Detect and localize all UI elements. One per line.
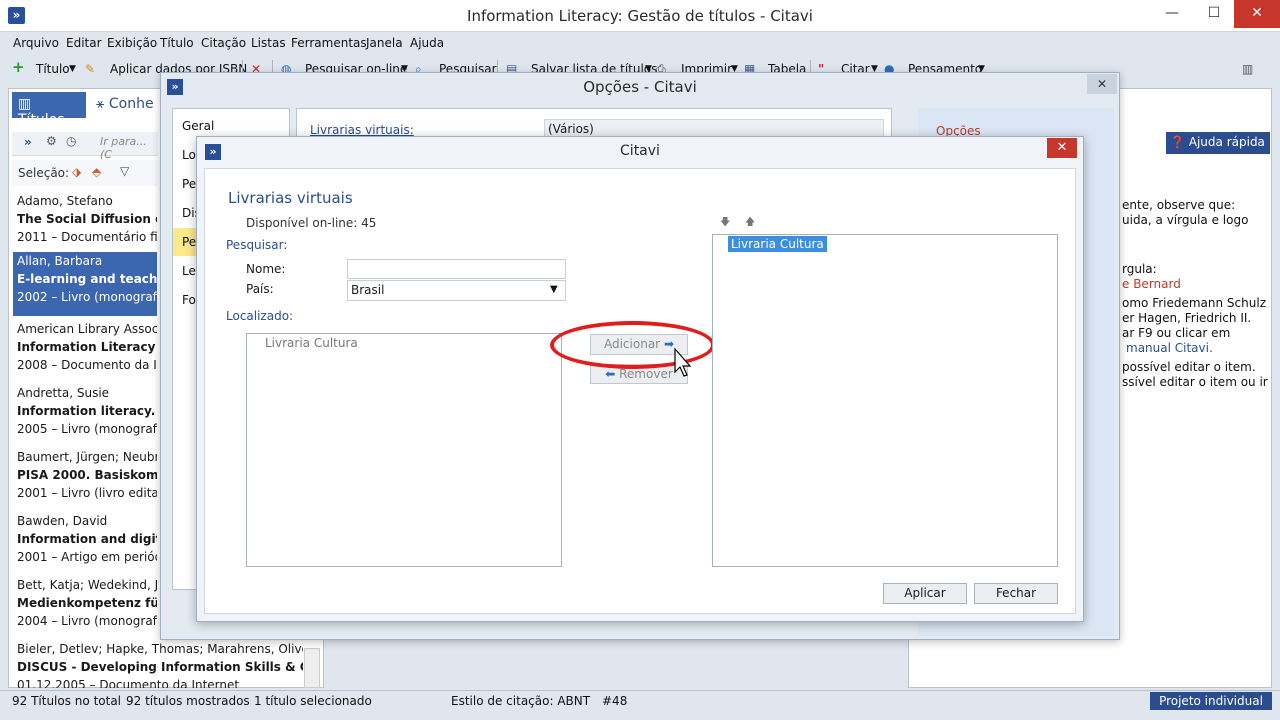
remover-label: Remover [619,367,673,381]
nav-item[interactable]: Lo [182,148,196,162]
list-item[interactable]: Livraria Cultura [265,336,358,350]
nav-item-selected[interactable]: Pe [182,235,196,249]
status-total: 92 Títulos no total [12,694,122,708]
pais-select[interactable]: Brasil [347,280,566,301]
list-item[interactable]: American Library AssociatiInformation Li… [13,320,157,384]
dialog-heading: Livrarias virtuais [228,189,353,207]
move-up-icon[interactable]: 🡅 [745,215,755,232]
wand-icon: ✎ [85,62,96,76]
select-list-icon[interactable]: ⬘ [92,165,101,179]
mouse-cursor-icon [674,348,692,377]
title-bar: » Information Literacy: Gestão de título… [0,0,1280,32]
selecao-label: Seleção: [18,166,70,180]
tab-conhecimento[interactable]: ⚹ Conhe [92,92,162,118]
disponivel-text: Disponível on-line: 45 [246,216,377,230]
list-item[interactable]: Baumert, Jürgen; NeubrandPISA 2000. Basi… [13,448,157,512]
menu-ajuda[interactable]: Ajuda [410,36,444,50]
list-item-selected[interactable]: Livraria Cultura [728,236,827,252]
nome-input[interactable] [347,259,566,279]
status-selecionado: 1 título selecionado [254,694,372,708]
arrow-left-icon: ⬅ [605,367,616,381]
list-item-selected[interactable]: Allan, BarbaraE-learning and teaching in… [13,252,157,316]
found-list[interactable] [246,333,562,567]
aplicar-button[interactable]: Aplicar [883,583,967,604]
chevron-down-icon[interactable]: ▼ [550,284,558,295]
projeto-button[interactable]: Projeto individual [1150,692,1272,710]
menu-ferramentas[interactable]: Ferramentas [291,36,367,50]
list-item[interactable]: Adamo, StefanoThe Social Diffusion of Sp… [13,192,157,256]
list-item[interactable]: Bett, Katja; Wedekind, JoacMedienkompete… [13,576,157,640]
history-icon[interactable]: ◷ [66,134,76,148]
status-num: #48 [602,694,628,708]
move-down-icon[interactable]: 🡇 [720,215,730,232]
tab-titulos[interactable]: ▥ Títulos [12,92,86,128]
help-icon: ❓ [1170,135,1189,149]
menu-janela[interactable]: Janela [366,36,403,50]
list-item[interactable]: Bawden, DavidInformation and digital lit… [13,512,157,576]
tab-titulos-label: Títulos [18,112,65,128]
help-text-highlight: e Bernard [1122,277,1181,291]
goto-input[interactable]: Ir para... (C [100,135,158,161]
close-icon[interactable]: ✕ [1087,74,1117,94]
vertical-scrollbar[interactable] [304,648,320,688]
help-text: uida, a vírgula e logo [1122,213,1249,227]
menu-arquivo[interactable]: Arquivo [13,36,59,50]
selected-list[interactable] [712,234,1058,567]
add-icon: + [12,58,25,76]
localizado-label: Localizado: [226,309,294,323]
pais-label: País: [246,282,274,296]
books-icon: ▥ [18,96,32,112]
help-text: omo Friedemann Schulz [1122,296,1266,310]
window-title: Information Literacy: Gestão de títulos … [467,7,813,25]
filter-icon[interactable]: ▽ [120,164,129,178]
status-bar: 92 Títulos no total 92 títulos mostrados… [0,690,1280,712]
menu-exibicao[interactable]: Exibição [107,36,157,50]
pesquisar-label: Pesquisar: [226,238,288,252]
nome-label: Nome: [246,262,286,276]
manual-link[interactable]: manual Citavi. [1126,341,1213,355]
nav-item[interactable]: Pe [182,177,196,191]
status-mostrados: 92 títulos mostrados [126,694,250,708]
fechar-button[interactable]: Fechar [974,583,1058,604]
network-icon: ⚹ [96,96,109,112]
nav-item-geral[interactable]: Geral [182,119,214,133]
menu-titulo[interactable]: Título [160,36,194,50]
selection-bar: Seleção: ⬗ ⬘ ▽ [12,160,158,186]
list-item[interactable]: Bieler, Detlev; Hapke, Thomas; Marahrens… [13,640,303,688]
nav-item[interactable]: Fo [182,293,196,307]
ajuda-rapida-label: Ajuda rápida [1188,135,1265,149]
nav-item[interactable]: Le [182,264,196,278]
help-text: ssível editar o item ou ir [1122,375,1268,389]
help-text: rgula: [1122,262,1157,276]
help-text: ar F9 ou clicar em [1122,326,1231,340]
gear-icon[interactable]: ⚙ [46,134,57,148]
select-icon[interactable]: ⬗ [72,165,81,179]
menu-listas[interactable]: Listas [251,36,286,50]
tab-conhecimento-label: Conhe [108,96,154,112]
livrarias-virtuais-link[interactable]: Livrarias virtuais: [310,123,414,137]
menu-bar: Arquivo Editar Exibição Título Citação L… [0,33,1280,55]
chevron-down-icon[interactable]: ▼ [69,64,76,74]
help-text: possível editar o item. [1122,360,1256,374]
menu-editar[interactable]: Editar [66,36,102,50]
help-text: ente, observe que: [1122,198,1236,212]
citavi-dialog-title: Citavi [620,143,660,159]
expand-icon[interactable]: » [24,135,32,149]
status-estilo: Estilo de citação: ABNT [451,694,591,708]
minimize-button[interactable]: — [1156,0,1188,28]
help-text: er Hagen, Friedrich II. [1122,311,1252,325]
menu-citacao[interactable]: Citação [201,36,246,50]
layout-icon[interactable]: ▥ [1242,62,1253,76]
options-dialog-title: Opções - Citavi [583,78,697,96]
list-item[interactable]: Andretta, SusieInformation literacy. A p… [13,384,157,448]
ajuda-rapida-button[interactable]: ❓ Ajuda rápida [1166,132,1270,154]
close-icon[interactable]: ✕ [1047,138,1077,158]
close-window-button[interactable]: ✕ [1234,0,1280,28]
maximize-button[interactable]: ☐ [1198,0,1230,28]
titulo-button[interactable]: Título [36,62,70,76]
